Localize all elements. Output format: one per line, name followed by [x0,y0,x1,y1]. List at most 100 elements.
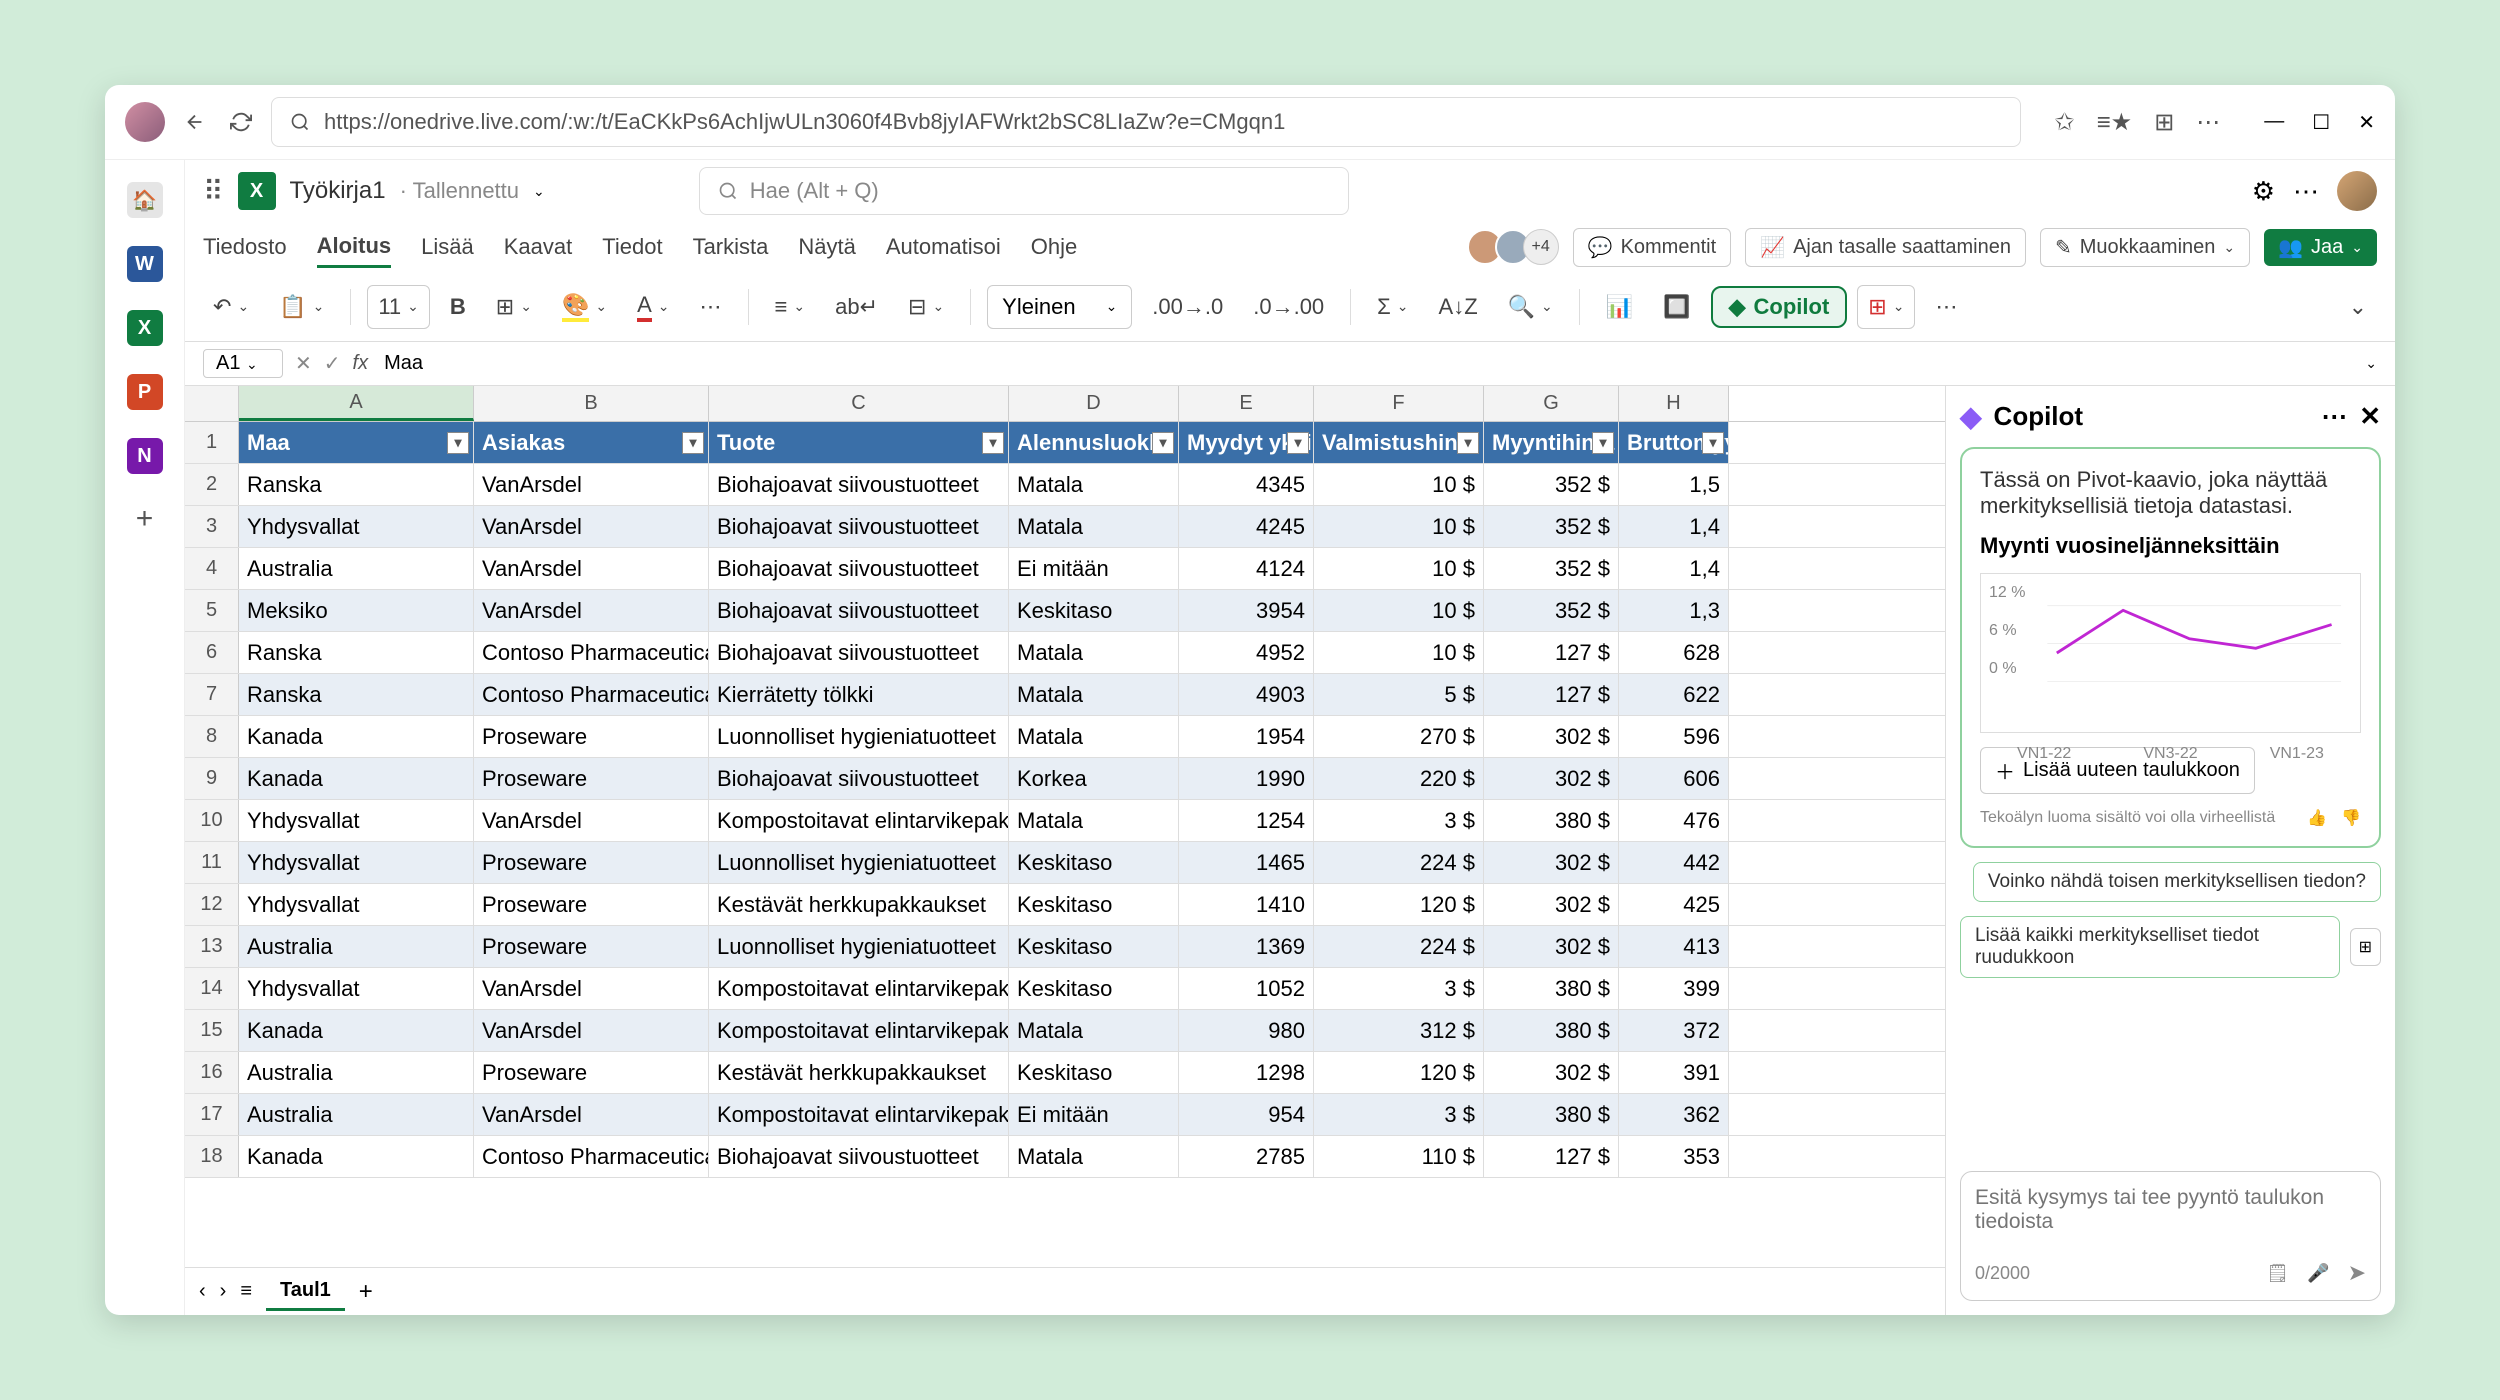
col-header-h[interactable]: H [1619,386,1729,421]
table-header-cell[interactable]: Myyntihinta▾ [1484,422,1619,463]
address-bar[interactable]: https://onedrive.live.com/:w:/t/EaCKkPs6… [271,97,2021,147]
copilot-grid-icon[interactable]: ⊞ [2350,928,2381,966]
grid-body[interactable]: 1Maa▾Asiakas▾Tuote▾Alennusluokka▾Myydyt … [185,422,1945,1267]
expand-formula-icon[interactable]: ⌄ [2365,355,2377,372]
presence-indicator[interactable]: +4 [1475,229,1559,265]
cell[interactable]: Matala [1009,800,1179,841]
favorites-icon[interactable]: ≡★ [2097,108,2133,137]
row-header[interactable]: 6 [185,632,239,673]
cell[interactable]: 1954 [1179,716,1314,757]
word-icon[interactable]: W [127,246,163,282]
cell[interactable]: 10 $ [1314,632,1484,673]
cell[interactable]: Matala [1009,464,1179,505]
cell[interactable]: VanArsdel [474,968,709,1009]
select-all-corner[interactable] [185,386,239,421]
accept-formula-icon[interactable]: ✓ [324,351,341,376]
cell[interactable]: 10 $ [1314,590,1484,631]
cell[interactable]: 596 [1619,716,1729,757]
cell[interactable]: 127 $ [1484,1136,1619,1177]
more-ribbon-icon[interactable]: ⋯ [1925,285,1967,329]
cell[interactable]: Keskitaso [1009,842,1179,883]
cell[interactable]: 302 $ [1484,758,1619,799]
excel-icon[interactable]: X [127,310,163,346]
cell[interactable]: Keskitaso [1009,884,1179,925]
cell[interactable]: VanArsdel [474,1094,709,1135]
cell[interactable]: Ranska [239,674,474,715]
font-color-button[interactable]: A ⌄ [627,285,679,329]
editing-mode-button[interactable]: ✎ Muokkaaminen ⌄ [2040,228,2250,267]
cell[interactable]: Luonnolliset hygieniatuotteet [709,842,1009,883]
cell[interactable]: Kompostoitavat elintarvikepakkaukset [709,1010,1009,1051]
cell[interactable]: Biohajoavat siivoustuotteet [709,758,1009,799]
cell[interactable]: 413 [1619,926,1729,967]
minimize-button[interactable]: — [2264,110,2284,135]
cell[interactable]: 1465 [1179,842,1314,883]
tab-help[interactable]: Ohje [1031,228,1077,266]
cell[interactable]: 1298 [1179,1052,1314,1093]
wrap-text-button[interactable]: ab↵ [825,285,888,329]
cell[interactable]: Ranska [239,464,474,505]
row-header[interactable]: 18 [185,1136,239,1177]
collapse-ribbon-icon[interactable]: ⌄ [2339,285,2377,329]
analyze-button[interactable]: 📊 [1596,285,1643,329]
col-header-g[interactable]: G [1484,386,1619,421]
tab-insert[interactable]: Lisää [421,228,474,266]
undo-button[interactable]: ↶ ⌄ [203,285,259,329]
cell[interactable]: 10 $ [1314,464,1484,505]
table-header-cell[interactable]: Asiakas▾ [474,422,709,463]
row-header[interactable]: 7 [185,674,239,715]
cell[interactable]: Proseware [474,842,709,883]
cell[interactable]: 224 $ [1314,842,1484,883]
cell[interactable]: Yhdysvallat [239,884,474,925]
cell[interactable]: 302 $ [1484,926,1619,967]
cell[interactable]: Proseware [474,716,709,757]
table-header-cell[interactable]: Alennusluokka▾ [1009,422,1179,463]
name-box[interactable]: A1 ⌄ [203,349,283,378]
profile-avatar[interactable] [125,102,165,142]
cell[interactable]: Luonnolliset hygieniatuotteet [709,716,1009,757]
table-header-cell[interactable]: Valmistushinta▾ [1314,422,1484,463]
cell[interactable]: Keskitaso [1009,1052,1179,1093]
cell[interactable]: VanArsdel [474,506,709,547]
refresh-button[interactable] [225,106,257,138]
font-size-input[interactable]: 11 ⌄ [367,285,430,329]
comments-button[interactable]: 💬 Kommentit [1573,228,1732,267]
cell[interactable]: 127 $ [1484,674,1619,715]
cell[interactable]: Ei mitään [1009,548,1179,589]
cell[interactable]: Kierrätetty tölkki [709,674,1009,715]
merge-button[interactable]: ⊟ ⌄ [898,285,954,329]
cell[interactable]: Yhdysvallat [239,506,474,547]
filter-icon[interactable]: ▾ [682,432,704,454]
cell[interactable]: 380 $ [1484,800,1619,841]
cell[interactable]: 628 [1619,632,1729,673]
cell[interactable]: 372 [1619,1010,1729,1051]
table-header-cell[interactable]: Bruttomyynti▾ [1619,422,1729,463]
cell[interactable]: Contoso Pharmaceuticals [474,674,709,715]
cell[interactable]: Luonnolliset hygieniatuotteet [709,926,1009,967]
cell[interactable]: 391 [1619,1052,1729,1093]
col-header-b[interactable]: B [474,386,709,421]
row-header[interactable]: 5 [185,590,239,631]
cell[interactable]: 1990 [1179,758,1314,799]
filter-icon[interactable]: ▾ [1592,432,1614,454]
cell[interactable]: 380 $ [1484,1010,1619,1051]
user-avatar[interactable] [2337,171,2377,211]
cell[interactable]: 3 $ [1314,968,1484,1009]
cell[interactable]: 3 $ [1314,800,1484,841]
close-button[interactable]: ✕ [2358,110,2375,135]
cell[interactable]: Biohajoavat siivoustuotteet [709,1136,1009,1177]
cell[interactable]: Matala [1009,1136,1179,1177]
catch-up-button[interactable]: 📈 Ajan tasalle saattaminen [1745,228,2026,267]
copilot-book-icon[interactable]: 🗒 [2266,1263,2289,1284]
cell[interactable]: 4124 [1179,548,1314,589]
copilot-suggestion-1[interactable]: Voinko nähdä toisen merkityksellisen tie… [1973,862,2381,902]
row-header[interactable]: 9 [185,758,239,799]
cell[interactable]: 954 [1179,1094,1314,1135]
cell[interactable]: Matala [1009,632,1179,673]
thumbs-down-icon[interactable]: 👎 [2341,808,2361,828]
cell[interactable]: Matala [1009,506,1179,547]
cell[interactable]: 380 $ [1484,968,1619,1009]
find-button[interactable]: 🔍 ⌄ [1498,285,1563,329]
back-button[interactable] [179,106,211,138]
prev-sheet-icon[interactable]: ‹ [199,1280,206,1303]
